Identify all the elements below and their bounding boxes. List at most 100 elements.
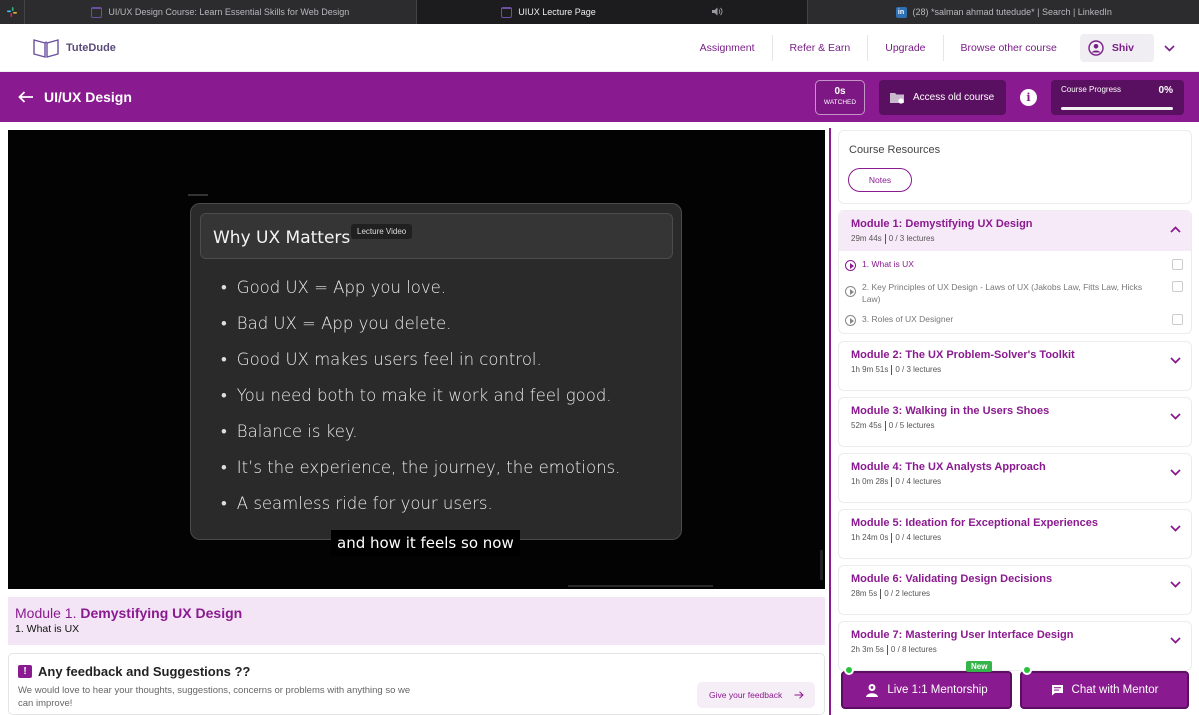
- browser-tab-course[interactable]: UI/UX Design Course: Learn Essential Ski…: [24, 0, 416, 24]
- play-icon: [845, 286, 856, 297]
- course-resources: Course Resources Notes: [838, 130, 1192, 204]
- video-player[interactable]: Why UX Matters Lecture Video Good UX = A…: [8, 130, 825, 589]
- user-menu[interactable]: Shiv: [1079, 33, 1154, 62]
- module-header[interactable]: Module 1: Demystifying UX Design 29m 44s…: [839, 211, 1191, 251]
- module-header[interactable]: Module 3: Walking in the Users Shoes 52m…: [839, 398, 1191, 446]
- module-header[interactable]: Module 4: The UX Analysts Approach 1h 0m…: [839, 454, 1191, 502]
- user-icon: [1088, 39, 1104, 56]
- info-icon[interactable]: i: [1020, 89, 1037, 106]
- nav-upgrade[interactable]: Upgrade: [867, 34, 942, 61]
- module-meta: 1h 9m 51s 0 / 3 lectures: [851, 365, 1179, 375]
- module-duration: 1h 9m 51s: [851, 365, 889, 375]
- chevron-down-icon[interactable]: [1170, 407, 1181, 425]
- progress-track: [1061, 107, 1173, 110]
- module-header[interactable]: Module 2: The UX Problem-Solver's Toolki…: [839, 342, 1191, 390]
- access-old-course-button[interactable]: Access old course: [879, 80, 1006, 115]
- module-header[interactable]: Module 7: Mastering User Interface Desig…: [839, 622, 1191, 670]
- module-meta: 2h 3m 5s 0 / 8 lectures: [851, 645, 1179, 655]
- module-title: Module 7: Mastering User Interface Desig…: [851, 629, 1074, 641]
- browser-tab-linkedin[interactable]: in (28) *salman ahmad tutedude* | Search…: [807, 0, 1199, 24]
- slide-bullet: Bad UX = App you delete.: [221, 314, 620, 350]
- lecture-title: 2. Key Principles of UX Design - Laws of…: [862, 282, 1143, 304]
- tab-title: UI/UX Design Course: Learn Essential Ski…: [108, 7, 350, 17]
- chevron-up-icon[interactable]: [1170, 220, 1181, 238]
- course-progress: Course Progress 0%: [1051, 80, 1184, 115]
- video-scrollbar[interactable]: [820, 550, 823, 580]
- module-meta: 29m 44s 0 / 3 lectures: [851, 234, 1179, 244]
- current-lecture-name: 1. What is UX: [15, 623, 80, 635]
- chevron-down-icon[interactable]: [1170, 631, 1181, 649]
- chevron-down-icon[interactable]: [1164, 39, 1175, 57]
- module-meta: 1h 24m 0s 0 / 4 lectures: [851, 533, 1179, 543]
- browser-tab-lecture[interactable]: UIUX Lecture Page: [415, 0, 808, 24]
- chat-label: Chat with Mentor: [1071, 684, 1159, 696]
- module-2[interactable]: Module 2: The UX Problem-Solver's Toolki…: [838, 341, 1192, 391]
- logo[interactable]: TuteDude: [32, 37, 116, 59]
- live-mentorship-button[interactable]: Live 1:1 Mentorship: [841, 671, 1012, 709]
- chevron-down-icon[interactable]: [1170, 463, 1181, 481]
- chat-with-mentor-button[interactable]: Chat with Mentor: [1020, 671, 1189, 709]
- browser-tab-strip: UI/UX Design Course: Learn Essential Ski…: [0, 0, 1199, 24]
- slide-bullets: Good UX = App you love. Bad UX = App you…: [221, 278, 621, 530]
- online-dot: [1022, 665, 1032, 675]
- feedback-text: We would love to hear your thoughts, sug…: [18, 685, 411, 709]
- module-duration: 2h 3m 5s: [851, 645, 884, 655]
- module-6[interactable]: Module 6: Validating Design Decisions 28…: [838, 565, 1192, 615]
- module-lecture-count: 0 / 3 lectures: [895, 365, 942, 375]
- module-duration: 28m 5s: [851, 589, 878, 599]
- feedback-title: Any feedback and Suggestions ??: [38, 664, 251, 679]
- module-lecture-count: 0 / 4 lectures: [895, 477, 942, 487]
- module-4[interactable]: Module 4: The UX Analysts Approach 1h 0m…: [838, 453, 1192, 503]
- feedback-card: ! Any feedback and Suggestions ?? We wou…: [8, 653, 825, 715]
- module-5[interactable]: Module 5: Ideation for Exceptional Exper…: [838, 509, 1192, 559]
- chevron-down-icon[interactable]: [1170, 575, 1181, 593]
- current-lecture-info: Module 1. Demystifying UX Design 1. What…: [8, 597, 825, 645]
- progress-percent: 0%: [1158, 85, 1173, 96]
- speaker-icon[interactable]: [711, 7, 723, 18]
- access-old-course-label: Access old course: [913, 92, 995, 103]
- module-title: Module 5: Ideation for Exceptional Exper…: [851, 517, 1098, 529]
- lecture-item[interactable]: 1. What is UX: [839, 259, 1191, 271]
- top-navigation: TuteDude Assignment Refer & Earn Upgrade…: [0, 24, 1199, 72]
- new-badge: New: [966, 661, 993, 672]
- module-header[interactable]: Module 5: Ideation for Exceptional Exper…: [839, 510, 1191, 558]
- module-3[interactable]: Module 3: Walking in the Users Shoes 52m…: [838, 397, 1192, 447]
- give-feedback-button[interactable]: Give your feedback: [697, 682, 815, 708]
- module-duration: 1h 0m 28s: [851, 477, 889, 487]
- slide-header: Why UX Matters Lecture Video: [200, 213, 673, 259]
- back-arrow-icon[interactable]: [18, 91, 34, 103]
- lecture-title: 1. What is UX: [862, 259, 914, 269]
- module-title: Module 1: Demystifying UX Design: [851, 218, 1033, 230]
- video-mark: [188, 194, 208, 196]
- resources-title: Course Resources: [849, 144, 941, 156]
- slide-bullet: You need both to make it work and feel g…: [221, 386, 620, 422]
- tab-title: UIUX Lecture Page: [518, 7, 596, 17]
- module-header[interactable]: Module 6: Validating Design Decisions 28…: [839, 566, 1191, 614]
- slack-icon[interactable]: [0, 0, 24, 24]
- watched-value: 0s: [834, 86, 846, 97]
- nav-refer-earn[interactable]: Refer & Earn: [771, 34, 868, 61]
- chat-icon: [1051, 685, 1063, 696]
- nav-browse-courses[interactable]: Browse other course: [942, 34, 1074, 61]
- lecture-checkbox[interactable]: [1172, 259, 1183, 270]
- book-icon: [501, 6, 513, 18]
- notes-button[interactable]: Notes: [848, 168, 912, 192]
- lecture-checkbox[interactable]: [1172, 314, 1183, 325]
- module-7[interactable]: Module 7: Mastering User Interface Desig…: [838, 621, 1192, 671]
- lecture-item[interactable]: 3. Roles of UX Designer: [839, 314, 1191, 326]
- module-lecture-count: 0 / 5 lectures: [888, 421, 935, 431]
- lecture-item[interactable]: 2. Key Principles of UX Design - Laws of…: [839, 281, 1191, 305]
- module-meta: 28m 5s 0 / 2 lectures: [851, 589, 1179, 599]
- current-module-title: Module 1. Demystifying UX Design: [15, 605, 818, 621]
- lecture-title: 3. Roles of UX Designer: [862, 314, 954, 324]
- chevron-down-icon[interactable]: [1170, 351, 1181, 369]
- video-controls-bar[interactable]: [568, 585, 713, 587]
- slide-bullet: It’s the experience, the journey, the em…: [221, 458, 621, 494]
- slide-title: Why UX Matters: [213, 228, 351, 248]
- module-meta: 52m 45s 0 / 5 lectures: [851, 421, 1179, 431]
- panel-divider: [829, 128, 831, 715]
- lecture-checkbox[interactable]: [1172, 281, 1183, 292]
- arrow-right-icon: [794, 691, 804, 699]
- chevron-down-icon[interactable]: [1170, 519, 1181, 537]
- nav-assignment[interactable]: Assignment: [683, 35, 772, 61]
